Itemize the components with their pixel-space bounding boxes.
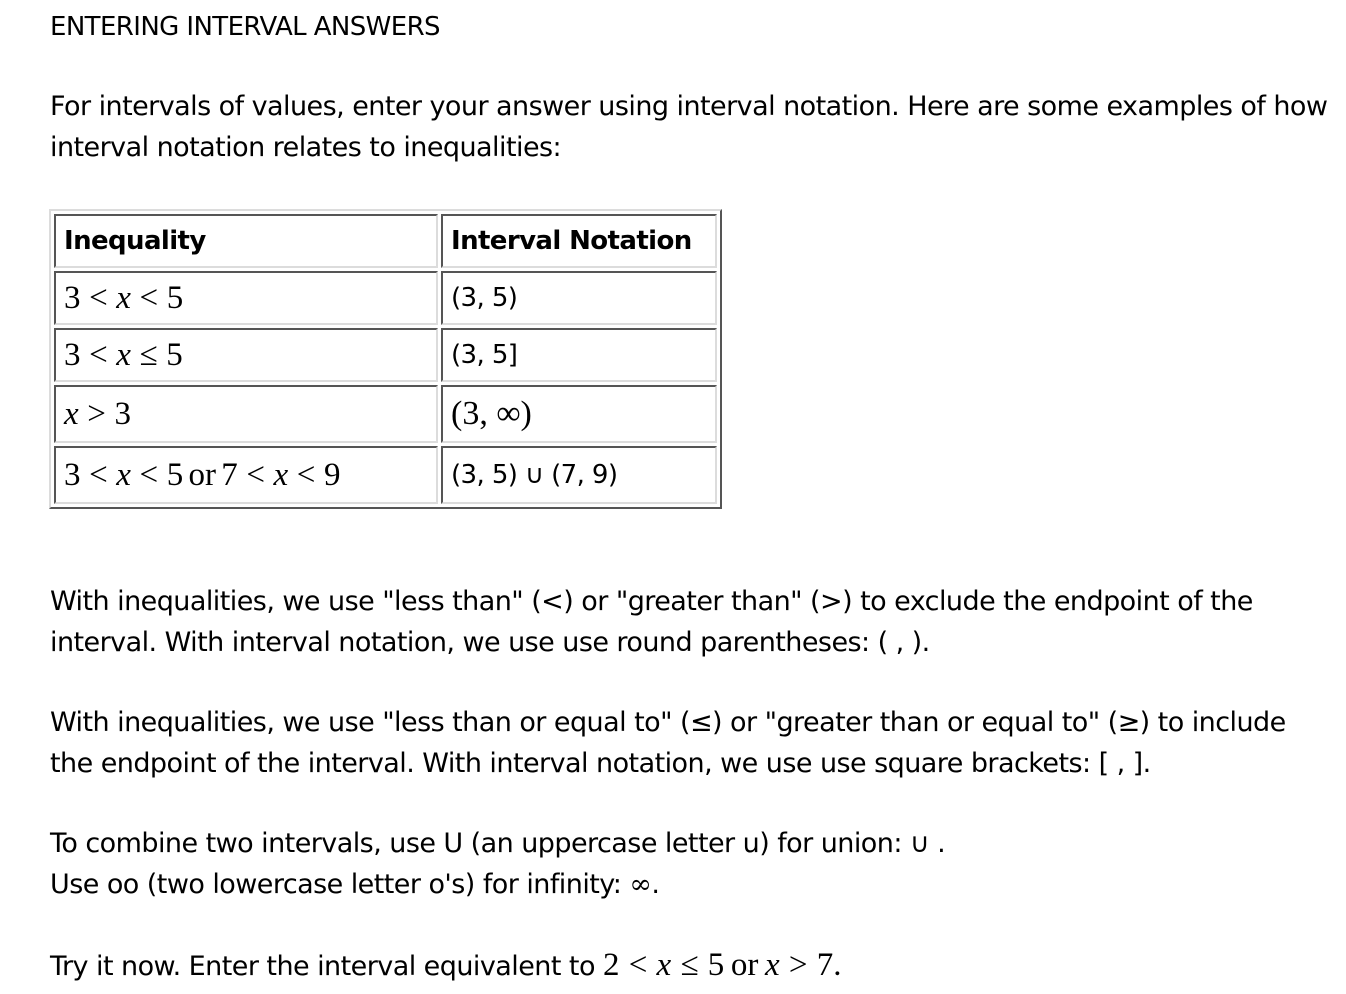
examples-table: Inequality Interval Notation 3 < x <5 (3, 5…	[49, 209, 722, 509]
math-number: 3	[64, 336, 81, 373]
infinity-symbol: ∞	[629, 868, 652, 900]
union-symbol: ∪	[524, 460, 544, 490]
infinity-text: Use oo (two lowercase letter o's) for in…	[50, 868, 630, 900]
table-row: 3 < x ≤5 (3, 5]	[54, 328, 717, 382]
header-interval-notation: Interval Notation	[441, 214, 717, 268]
math-word: or	[188, 456, 216, 493]
include-endpoint-paragraph: With inequalities, we use "less than or …	[50, 707, 1286, 779]
math-operator: <	[89, 336, 108, 373]
math-number: 5	[166, 456, 184, 493]
interval-right: (7, 9)	[551, 460, 618, 490]
math-variable: x	[764, 947, 780, 983]
table-row: x >3 (3, ∞)	[54, 385, 717, 443]
math-number: 9	[323, 456, 341, 493]
interval-cell: (3, 5]	[441, 328, 717, 382]
math-number: 7	[221, 456, 238, 493]
math-operator: <	[89, 456, 108, 493]
math-number: 2	[602, 947, 620, 983]
math-number: 3	[114, 395, 131, 432]
math-word: or	[730, 947, 759, 983]
interval-cell: (3, ∞)	[441, 385, 717, 443]
interval-left: (3, 5)	[451, 460, 518, 490]
try-it-prompt: Try it now. Enter the interval equivalen…	[50, 945, 1330, 988]
math-operator: ≤	[139, 336, 158, 373]
union-infinity-paragraph: To combine two intervals, use U (an uppe…	[50, 824, 1330, 905]
try-it-text: Try it now. Enter the interval equivalen…	[50, 951, 603, 982]
math-number: 3	[64, 456, 81, 493]
intro-paragraph: For intervals of values, enter your answ…	[50, 91, 1328, 163]
math-number: 5	[707, 947, 725, 983]
inequality-cell: 3 < x ≤5	[54, 328, 438, 382]
header-inequality: Inequality	[54, 214, 438, 268]
math-operator: <	[628, 947, 648, 983]
math-operator: <	[246, 456, 265, 493]
inequality-cell: 3 < x <5 or 7 < x <9	[54, 446, 438, 504]
exclude-endpoint-paragraph: With inequalities, we use "less than" (<…	[50, 586, 1253, 658]
math-variable: x	[273, 456, 289, 493]
table-row: 3 < x <5 (3, 5)	[54, 271, 717, 325]
math-variable: x	[64, 395, 79, 432]
table-row: 3 < x <5 or 7 < x <9 (3, 5) ∪ (7, 9)	[54, 446, 717, 504]
math-number: 3	[64, 279, 81, 316]
infinity-end: .	[651, 868, 660, 900]
math-number: 7	[816, 947, 834, 983]
page-title: ENTERING INTERVAL ANSWERS	[50, 12, 441, 42]
interval-cell: (3, 5) ∪ (7, 9)	[441, 446, 717, 504]
union-symbol: ∪	[909, 828, 930, 859]
math-variable: x	[116, 456, 131, 493]
union-text: To combine two intervals, use U (an uppe…	[50, 828, 910, 859]
math-operator: >	[87, 395, 106, 432]
union-end: .	[929, 828, 946, 859]
inequality-cell: x >3	[54, 385, 438, 443]
try-it-end: .	[833, 947, 842, 983]
math-operator: ≤	[680, 947, 699, 983]
math-number: 5	[166, 336, 183, 373]
union-instruction: To combine two intervals, use U (an uppe…	[50, 824, 1330, 865]
table-header-row: Inequality Interval Notation	[54, 214, 717, 268]
math-variable: x	[116, 336, 131, 373]
try-it-math: 2 < x ≤5 or x >7.	[603, 947, 842, 983]
math-operator: <	[296, 456, 316, 493]
inequality-cell: 3 < x <5	[54, 271, 438, 325]
math-variable: x	[116, 279, 131, 316]
infinity-instruction: Use oo (two lowercase letter o's) for in…	[50, 865, 1330, 906]
math-number: 5	[166, 279, 184, 316]
math-operator: >	[788, 947, 808, 983]
interval-cell: (3, 5)	[441, 271, 717, 325]
math-operator: <	[89, 279, 108, 316]
math-operator: <	[139, 456, 159, 493]
math-variable: x	[656, 947, 672, 983]
math-operator: <	[139, 279, 159, 316]
